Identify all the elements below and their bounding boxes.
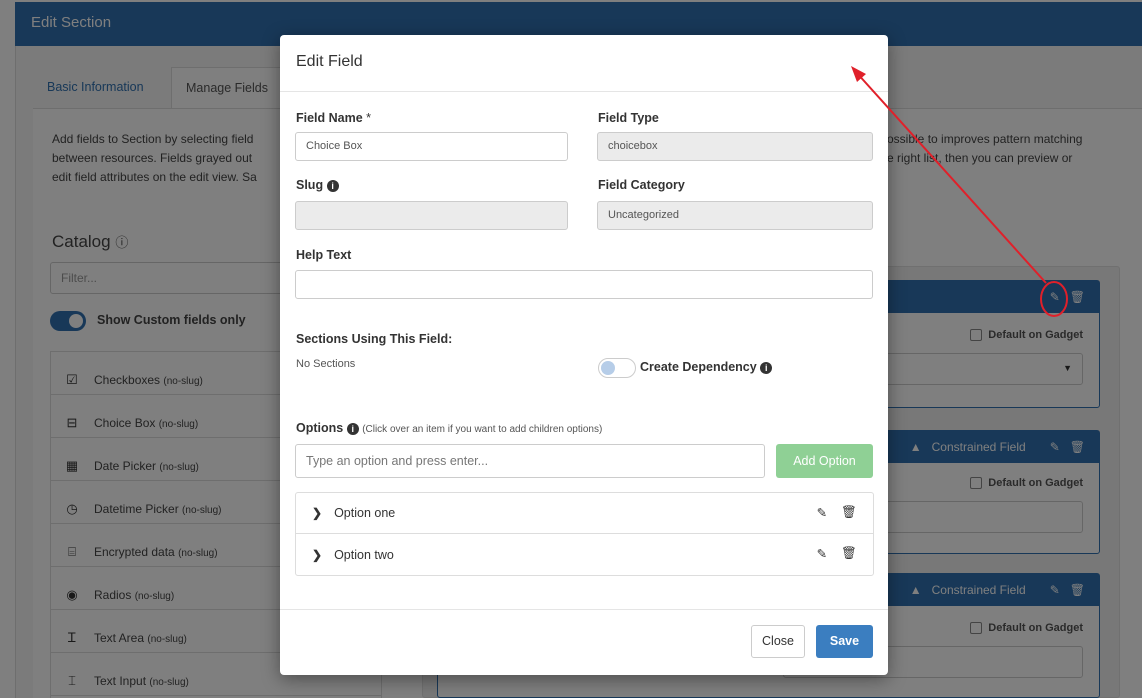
options-label: Options i (Click over an item if you wan… — [296, 421, 602, 435]
edit-field-modal: Edit Field Field Name * Choice Box Field… — [280, 35, 888, 675]
field-name-label-text: Field Name — [296, 111, 363, 125]
field-name-label: Field Name * — [296, 111, 371, 125]
create-dependency-toggle[interactable] — [598, 358, 636, 378]
field-name-input[interactable]: Choice Box — [295, 132, 568, 161]
option-actions: ✎ 🗑 — [817, 546, 857, 561]
info-icon[interactable]: i — [346, 423, 359, 435]
save-button[interactable]: Save — [816, 625, 873, 658]
options-hint: (Click over an item if you want to add c… — [362, 424, 603, 435]
option-item[interactable]: ❯ Option one ✎ 🗑 — [296, 493, 873, 534]
create-dependency-label: Create Dependency i — [640, 360, 773, 374]
trash-icon[interactable]: 🗑 — [841, 546, 857, 561]
option-input[interactable]: Type an option and press enter... — [295, 444, 765, 478]
sections-using-field-value: No Sections — [296, 358, 356, 370]
help-text-label: Help Text — [296, 248, 352, 262]
option-label: Option one — [334, 506, 396, 520]
option-label: Option two — [334, 547, 394, 562]
pencil-icon[interactable]: ✎ — [817, 546, 827, 561]
close-button[interactable]: Close — [751, 625, 805, 658]
modal-footer-divider — [280, 609, 888, 610]
slug-input — [295, 201, 568, 230]
field-category-label: Field Category — [598, 178, 685, 192]
pencil-icon[interactable]: ✎ — [817, 505, 827, 520]
field-category-input[interactable]: Uncategorized — [597, 201, 873, 230]
modal-title: Edit Field — [296, 53, 363, 70]
slug-label: Slug i — [296, 178, 339, 192]
field-type-label: Field Type — [598, 111, 659, 125]
help-text-input[interactable] — [295, 270, 873, 299]
chevron-right-icon[interactable]: ❯ — [312, 548, 322, 562]
options-list: ❯ Option one ✎ 🗑 ❯ Option two ✎ 🗑 — [295, 492, 874, 576]
required-marker: * — [366, 111, 372, 125]
chevron-right-icon[interactable]: ❯ — [312, 506, 322, 520]
create-dependency-label-text: Create Dependency — [640, 360, 757, 374]
options-label-text: Options — [296, 421, 344, 435]
slug-label-text: Slug — [296, 178, 324, 192]
option-item[interactable]: ❯ Option two ✎ 🗑 — [296, 534, 873, 575]
field-type-input: choicebox — [597, 132, 873, 161]
option-actions: ✎ 🗑 — [817, 505, 857, 520]
sections-using-field-label: Sections Using This Field: — [296, 332, 453, 346]
trash-icon[interactable]: 🗑 — [841, 505, 857, 520]
add-option-button[interactable]: Add Option — [776, 444, 873, 478]
info-icon[interactable]: i — [760, 362, 773, 374]
info-icon[interactable]: i — [326, 180, 339, 192]
modal-header-divider — [280, 91, 888, 92]
